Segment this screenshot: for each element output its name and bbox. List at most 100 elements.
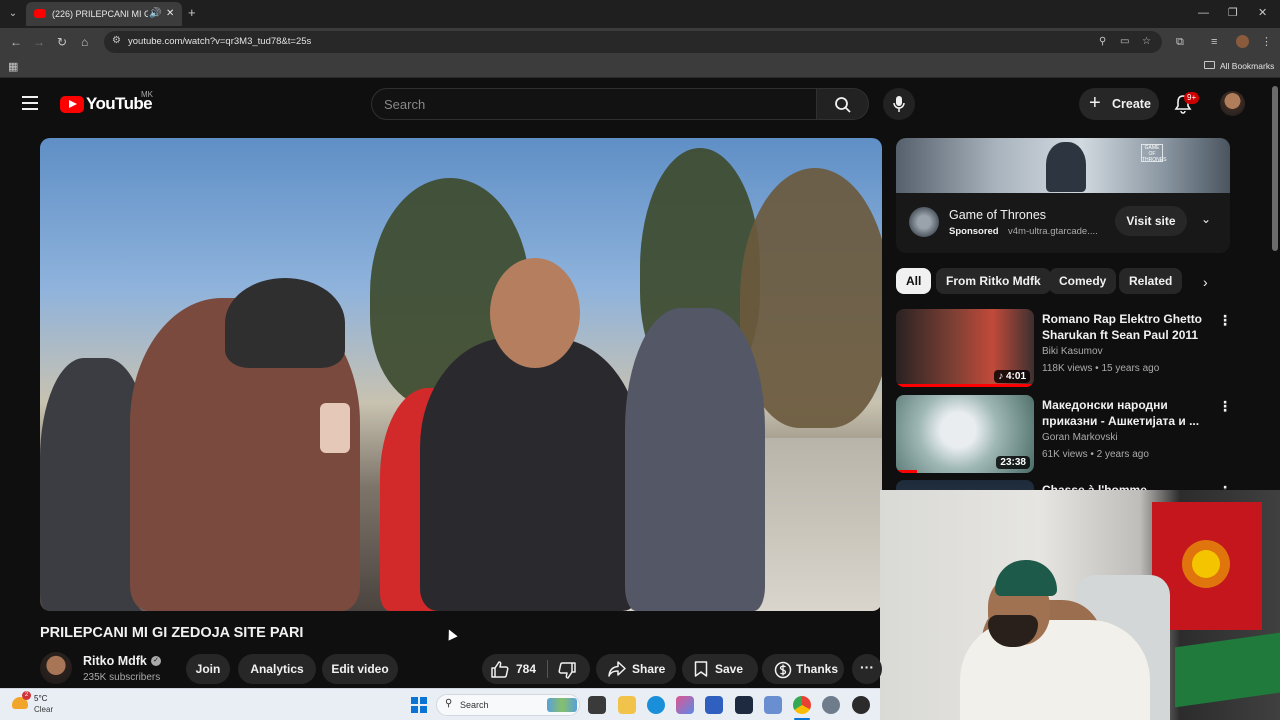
recommendation-channel[interactable]: Biki Kasumov	[1042, 346, 1103, 357]
more-actions-icon[interactable]: ···	[852, 654, 882, 684]
tab-search-chevron-icon[interactable]: ⌄	[6, 7, 20, 21]
chip-all[interactable]: All	[896, 268, 932, 294]
task-view-icon[interactable]	[588, 696, 606, 714]
channel-avatar[interactable]	[40, 652, 72, 684]
reading-list-icon[interactable]: ≡	[1211, 35, 1217, 49]
dislike-thumbs-down-icon[interactable]	[558, 662, 576, 679]
weather-description[interactable]: Clear	[34, 705, 53, 714]
zoom-icon[interactable]: ⚲	[1099, 35, 1106, 49]
ad-title[interactable]: Game of Thrones	[949, 208, 1046, 222]
search-icon: ⚲	[445, 698, 453, 709]
recommendation-title[interactable]: Македонски народни приказни - Ашкетијата…	[1042, 397, 1214, 429]
duration-text: 4:01	[1005, 371, 1026, 382]
recommendation-thumbnail[interactable]: ♪ 4:01	[896, 309, 1034, 387]
webcam-streamer-tanktop	[960, 620, 1150, 720]
more-options-icon[interactable]: ⋮	[1218, 399, 1232, 413]
voice-search-button[interactable]	[883, 88, 915, 120]
page-scrollbar[interactable]	[1272, 86, 1278, 251]
recommendation-title[interactable]: Romano Rap Elektro Ghetto Sharukan ft Se…	[1042, 311, 1214, 343]
url-text[interactable]: youtube.com/watch?v=qr3M3_tud78&t=25s	[128, 35, 311, 49]
ad-channel-avatar[interactable]	[909, 207, 939, 237]
youtube-logo-icon[interactable]	[60, 96, 84, 113]
thanks-label: Thanks	[796, 662, 839, 676]
thanks-button[interactable]: Thanks	[762, 654, 844, 684]
share-button[interactable]: Share	[596, 654, 676, 684]
browser-tab[interactable]: (226) PRILEPCANI MI GI ZEDOJA SITE PARI …	[26, 2, 182, 26]
recommendation-item[interactable]: 23:38 Македонски народни приказни - Ашке…	[896, 395, 1232, 475]
copilot-icon[interactable]	[676, 696, 694, 714]
browser-menu-icon[interactable]: ⋮	[1261, 35, 1272, 49]
webcam-streamer-cap	[995, 560, 1057, 596]
home-icon[interactable]: ⌂	[81, 35, 88, 49]
chevron-right-icon[interactable]: ›	[1203, 274, 1208, 290]
chip-from-channel[interactable]: From Ritko Mdfk	[936, 268, 1051, 294]
tab-audio-icon[interactable]: 🔊	[149, 7, 161, 21]
windows-start-icon[interactable]	[411, 697, 427, 713]
site-info-icon[interactable]: ⚙	[112, 35, 121, 46]
search-placeholder: Search	[384, 97, 426, 112]
save-button[interactable]: Save	[682, 654, 758, 684]
chip-comedy[interactable]: Comedy	[1049, 268, 1117, 294]
bookmark-icon	[694, 661, 708, 677]
video-frame-phone	[320, 403, 350, 453]
address-bar[interactable]: ⚙ youtube.com/watch?v=qr3M3_tud78&t=25s …	[104, 31, 1162, 53]
join-button[interactable]: Join	[186, 654, 230, 684]
browser-profile-avatar[interactable]	[1236, 35, 1249, 48]
video-player[interactable]	[40, 138, 882, 611]
video-frame-person	[625, 308, 765, 611]
chip-related[interactable]: Related	[1119, 268, 1183, 294]
create-button[interactable]: + Create	[1079, 88, 1159, 120]
window-close-icon[interactable]: ✕	[1258, 6, 1267, 20]
recommendation-item[interactable]: ♪ 4:01 Romano Rap Elektro Ghetto Sharuka…	[896, 309, 1232, 389]
extensions-icon[interactable]: ⧉	[1176, 35, 1184, 49]
analytics-button[interactable]: Analytics	[238, 654, 316, 684]
recommendation-channel[interactable]: Goran Markovski	[1042, 432, 1118, 443]
video-frame-beanie	[225, 278, 345, 368]
taskbar-search-box[interactable]: ⚲ Search	[436, 694, 580, 716]
bookmark-star-icon[interactable]: ☆	[1142, 35, 1151, 49]
webcam-overlay	[880, 490, 1280, 720]
sponsored-ad-card[interactable]: GAME OF THRONES Game of Thrones Sponsore…	[896, 138, 1230, 253]
recommendation-thumbnail[interactable]: 23:38	[896, 395, 1034, 473]
recommendation-meta: 118K views • 15 years ago	[1042, 363, 1160, 374]
create-label: Create	[1112, 97, 1151, 111]
like-thumbs-up-icon[interactable]	[491, 661, 509, 678]
user-avatar[interactable]	[1220, 91, 1245, 116]
chevron-down-icon[interactable]: ⌄	[1201, 212, 1211, 226]
search-button[interactable]	[817, 88, 869, 120]
visit-site-button[interactable]: Visit site	[1115, 206, 1187, 236]
edge-browser-icon[interactable]	[647, 696, 665, 714]
apps-grid-icon[interactable]: ▦	[8, 60, 18, 73]
forward-icon[interactable]: →	[33, 35, 45, 49]
cast-icon[interactable]: ▭	[1120, 35, 1129, 49]
file-explorer-icon[interactable]	[618, 696, 636, 714]
window-maximize-icon[interactable]: ❐	[1228, 6, 1238, 20]
channel-name[interactable]: Ritko Mdfk	[83, 654, 147, 668]
ad-banner-figure	[1046, 142, 1086, 192]
hamburger-menu-icon[interactable]	[22, 96, 38, 110]
tab-title: (226) PRILEPCANI MI GI ZEDOJA SITE PARI	[52, 9, 148, 19]
notification-badge: 9+	[1184, 92, 1200, 104]
bookmarks-bar: ▦ All Bookmarks	[0, 56, 1280, 78]
settings-gear-icon[interactable]	[822, 696, 840, 714]
youtube-favicon-icon	[34, 9, 46, 18]
back-icon[interactable]: ←	[10, 35, 22, 49]
window-minimize-icon[interactable]: —	[1198, 6, 1209, 20]
terminal-app-icon[interactable]	[735, 696, 753, 714]
like-count[interactable]: 784	[516, 662, 536, 676]
more-options-icon[interactable]: ⋮	[1218, 313, 1232, 327]
reload-icon[interactable]: ↻	[57, 35, 67, 49]
all-bookmarks-link[interactable]: All Bookmarks	[1220, 61, 1274, 71]
obs-app-icon[interactable]	[852, 696, 870, 714]
new-tab-button[interactable]: +	[188, 6, 196, 20]
mail-app-icon[interactable]	[764, 696, 782, 714]
search-input[interactable]: Search	[371, 88, 817, 120]
weather-temperature[interactable]: 5°C	[34, 694, 47, 703]
edit-video-button[interactable]: Edit video	[322, 654, 398, 684]
search-highlight-image	[547, 698, 577, 712]
chrome-icon[interactable]	[793, 696, 811, 714]
tab-close-icon[interactable]: ✕	[166, 7, 174, 21]
microphone-icon	[893, 96, 905, 112]
filter-chips: All From Ritko Mdfk Comedy Related ›	[896, 268, 1230, 296]
store-icon[interactable]	[705, 696, 723, 714]
